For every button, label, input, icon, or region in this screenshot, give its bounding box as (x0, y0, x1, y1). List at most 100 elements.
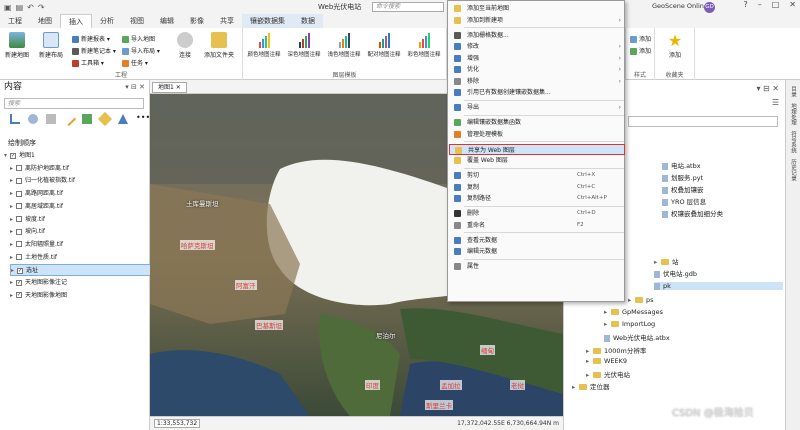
context-menu-item[interactable]: 添加到新建项 › (449, 15, 625, 26)
map-tab[interactable]: 地图1 ✕ (152, 82, 187, 93)
context-menu-item[interactable]: 属性 (449, 261, 625, 272)
catalog-item[interactable]: ▸ GpMessages (604, 308, 663, 316)
catalog-item[interactable]: ▸ WEEK9 (586, 357, 627, 365)
maximize-icon[interactable]: □ (772, 0, 780, 9)
tab-2[interactable]: 插入 (60, 14, 92, 28)
tab-7[interactable]: 共享 (212, 14, 242, 28)
redo-icon[interactable]: ↷ (38, 3, 45, 12)
catalog-item[interactable]: Web光伏电站.atbx (604, 332, 670, 342)
context-menu-item[interactable]: 修改 › (449, 41, 625, 52)
layer-item[interactable]: ▸ ✓ 天地图影像地图 (10, 290, 67, 302)
layer-visibility-checkbox[interactable] (16, 216, 22, 222)
labeling-icon[interactable] (97, 111, 113, 127)
context-menu-item[interactable]: 编辑元数据 (449, 246, 625, 257)
task-button[interactable]: 任务 ▾ (122, 58, 148, 67)
context-menu-item[interactable]: 增强 › (449, 53, 625, 64)
edit-icon[interactable] (61, 111, 77, 127)
side-panel-tab[interactable]: 符号系统 (789, 131, 797, 153)
layer-visibility-checkbox[interactable] (16, 190, 22, 197)
layer-template-button-2[interactable]: 浅色地图注释 (327, 32, 361, 58)
context-menu-item[interactable]: 剪切 Ctrl+X (449, 170, 625, 181)
expand-chevron-icon[interactable]: ▸ (604, 320, 611, 328)
snapping-icon[interactable] (82, 114, 92, 124)
catalog-menu-icon[interactable]: ☰ (772, 98, 779, 107)
pane-controls[interactable]: ▾ ⊟ ✕ (125, 80, 145, 94)
layer-item[interactable]: ▸ 坡向.tif (10, 226, 45, 238)
context-menu-item[interactable]: 移除 › (449, 76, 625, 87)
catalog-item[interactable]: 权叠加镶嵌 (662, 184, 704, 194)
layer-item[interactable]: ▸ 离居域距离.tif (10, 201, 63, 213)
catalog-item[interactable]: 伏电站.gdb (654, 268, 697, 278)
add-folder-button[interactable]: 添加文件夹 (200, 32, 238, 59)
expand-chevron-icon[interactable]: ▸ (586, 357, 593, 365)
save-icon[interactable]: ▤ (16, 3, 24, 12)
close-icon[interactable]: ✕ (789, 0, 796, 9)
layer-template-button-3[interactable]: 配对地图注释 (367, 32, 401, 58)
layer-item[interactable]: ▸ 离防护地距离.tif (10, 163, 69, 175)
selection-icon[interactable] (46, 114, 56, 124)
folder-icon[interactable]: ▣ (4, 3, 12, 12)
catalog-pane-controls[interactable]: ▾ ⊟ ✕ (756, 84, 779, 93)
layer-item[interactable]: ▸ 归一化植被指数.tif (10, 175, 75, 187)
new-report-button[interactable]: 新建报表 ▾ (72, 34, 110, 43)
layer-visibility-checkbox[interactable] (16, 177, 22, 184)
context-menu-item[interactable]: 优化 › (449, 64, 625, 75)
tab-0[interactable]: 工程 (0, 14, 30, 28)
context-menu-item[interactable]: 添加栅格数据... (449, 30, 625, 41)
new-map-button[interactable]: 新建地图 (2, 32, 32, 59)
catalog-item[interactable]: pk (654, 282, 783, 290)
map-node[interactable]: ▾ ✓ 地图1 (4, 150, 35, 162)
catalog-item[interactable]: YRO 层信息 (662, 196, 706, 206)
layer-visibility-checkbox[interactable] (16, 241, 22, 248)
context-menu-item[interactable]: 导出 › (449, 102, 625, 113)
connect-button[interactable]: 连接 (170, 32, 200, 59)
context-menu-item[interactable]: 重命名 F2 (449, 220, 625, 231)
charts-icon[interactable] (118, 114, 128, 124)
layer-template-button-1[interactable]: 深色地图注释 (287, 32, 321, 58)
tab-3[interactable]: 分析 (92, 14, 122, 28)
context-menu-item[interactable]: 复制 Ctrl+C (449, 182, 625, 193)
tab-1[interactable]: 地图 (30, 14, 60, 28)
tab-6[interactable]: 影像 (182, 14, 212, 28)
expand-chevron-icon[interactable]: ▸ (586, 347, 593, 355)
import-layout-button[interactable]: 导入布局 ▾ (122, 46, 160, 55)
layer-visibility-checkbox[interactable] (16, 165, 22, 172)
context-menu-item[interactable]: 删除 Ctrl+D (449, 208, 625, 219)
layer-item[interactable]: ▸ 太阳辐照量.tif (10, 239, 63, 251)
add-style-button-1[interactable]: 添加 (630, 34, 651, 43)
layer-visibility-checkbox[interactable] (16, 254, 22, 261)
command-search-input[interactable]: 命令搜索 (372, 2, 444, 12)
layer-item[interactable]: ▸ ✓ 选址 (10, 264, 152, 277)
layer-item[interactable]: ▸ ✓ 天地图影像注记 (10, 277, 67, 289)
catalog-item[interactable]: 权镶嵌叠加细分类 (662, 208, 723, 218)
side-panel-tab[interactable]: 目录 (789, 86, 797, 97)
context-menu-item[interactable]: 复制路径 Ctrl+Alt+P (449, 193, 625, 204)
tab-8[interactable]: 镶嵌数据集 (242, 14, 293, 28)
catalog-search-input[interactable] (628, 116, 778, 127)
avatar[interactable]: GD (704, 2, 715, 13)
context-menu-item[interactable]: 覆盖 Web 图层 (449, 155, 625, 166)
catalog-item[interactable]: ▸ ps (628, 296, 654, 304)
layer-visibility-checkbox[interactable]: ✓ (10, 152, 16, 159)
catalog-item[interactable]: 划服务.pyt (662, 172, 703, 182)
catalog-item[interactable]: ▸ 站 (654, 256, 679, 266)
scale-input[interactable]: 1:33,553,732 (154, 419, 200, 428)
side-panel-tab[interactable]: 历史记录 (789, 159, 797, 181)
layer-visibility-checkbox[interactable]: ✓ (16, 292, 22, 299)
contents-search-input[interactable]: 搜索 (4, 98, 144, 109)
catalog-item[interactable]: 电站.atbx (662, 160, 701, 170)
help-icon[interactable]: ? (743, 0, 747, 9)
toolbox-button[interactable]: 工具箱 ▾ (72, 58, 104, 67)
drawing-order-icon[interactable] (10, 114, 20, 124)
catalog-item[interactable]: ▸ 定位器 (572, 381, 610, 391)
layer-item[interactable]: ▸ 离路网距离.tif (10, 188, 63, 200)
add-favorite-button[interactable]: ★ 添加 (660, 32, 690, 60)
expand-chevron-icon[interactable]: ▸ (586, 371, 593, 379)
layer-template-button-0[interactable]: 颜色地图注释 (247, 32, 281, 58)
data-source-icon[interactable] (28, 114, 38, 124)
more-icon[interactable]: ••• (136, 114, 150, 124)
catalog-item[interactable]: ▸ ImportLog (604, 320, 655, 328)
catalog-item[interactable]: ▸ 光伏电站 (586, 369, 630, 379)
context-menu-item[interactable]: 引用已有数据创建镶嵌数据集... (449, 87, 625, 98)
expand-chevron-icon[interactable]: ▸ (628, 296, 635, 304)
